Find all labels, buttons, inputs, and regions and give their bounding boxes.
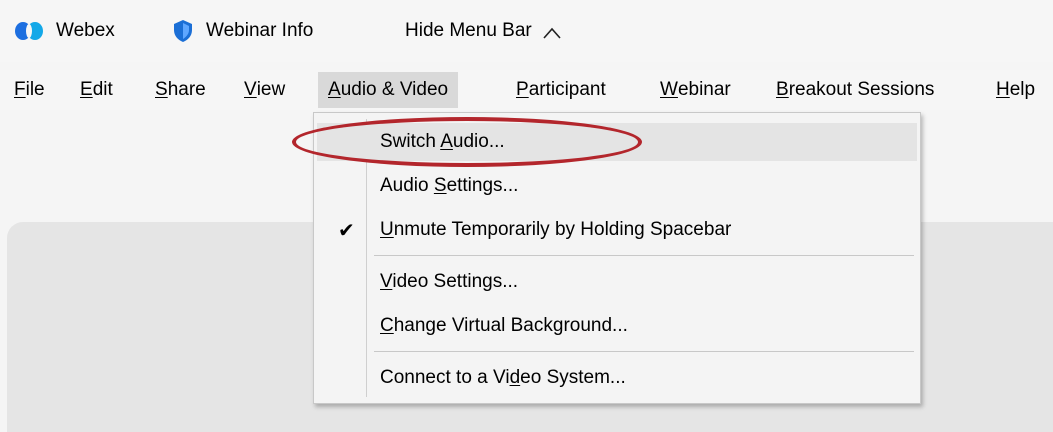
menu-separator — [374, 255, 914, 256]
menu-breakout-sessions[interactable]: Breakout Sessions — [776, 72, 934, 108]
menu-participant[interactable]: Participant — [516, 72, 606, 108]
menu-item-audio-settings[interactable]: Audio Settings... — [317, 167, 917, 205]
menu-item-label: Change Virtual Background... — [380, 315, 628, 336]
menu-item-video-settings[interactable]: Video Settings... — [317, 263, 917, 301]
menu-item-unmute-temporarily[interactable]: ✔ Unmute Temporarily by Holding Spacebar — [317, 211, 917, 249]
webex-logo-icon — [14, 20, 44, 42]
checkmark-icon: ✔ — [338, 219, 355, 242]
title-bar: Webex Webinar Info Hide Menu Bar — [0, 0, 1053, 62]
hide-menu-bar-button[interactable]: Hide Menu Bar — [405, 18, 562, 44]
menu-share[interactable]: Share — [155, 72, 206, 108]
menu-item-connect-video-system[interactable]: Connect to a Video System... — [317, 359, 917, 397]
webinar-info-button[interactable]: Webinar Info — [172, 18, 313, 44]
webinar-info-label: Webinar Info — [206, 20, 314, 41]
menu-help[interactable]: Help — [996, 72, 1035, 108]
menu-item-switch-audio[interactable]: Switch Audio... — [317, 123, 917, 161]
menu-separator — [374, 351, 914, 352]
menu-edit[interactable]: Edit — [80, 72, 113, 108]
menu-item-label: Connect to a Video System... — [380, 367, 626, 388]
menu-item-label: Switch Audio... — [380, 131, 505, 152]
menu-file[interactable]: File — [14, 72, 45, 108]
webex-app-button[interactable]: Webex — [14, 18, 115, 44]
menu-webinar[interactable]: Webinar — [660, 72, 731, 108]
app-name: Webex — [56, 20, 115, 41]
menu-item-label: Audio Settings... — [380, 175, 519, 196]
shield-icon — [172, 19, 194, 43]
hide-menu-bar-label: Hide Menu Bar — [405, 20, 532, 41]
menu-item-label: Video Settings... — [380, 271, 519, 292]
menu-bar: File Edit Share View Audio & Video Parti… — [0, 70, 1053, 110]
menu-view[interactable]: View — [244, 72, 285, 108]
chevron-up-icon — [542, 24, 562, 39]
audio-video-dropdown: Switch Audio... Audio Settings... ✔ Unmu… — [313, 112, 921, 404]
menu-item-label: Unmute Temporarily by Holding Spacebar — [380, 219, 732, 240]
menu-item-change-virtual-background[interactable]: Change Virtual Background... — [317, 307, 917, 345]
menu-audio-video[interactable]: Audio & Video — [318, 72, 459, 108]
